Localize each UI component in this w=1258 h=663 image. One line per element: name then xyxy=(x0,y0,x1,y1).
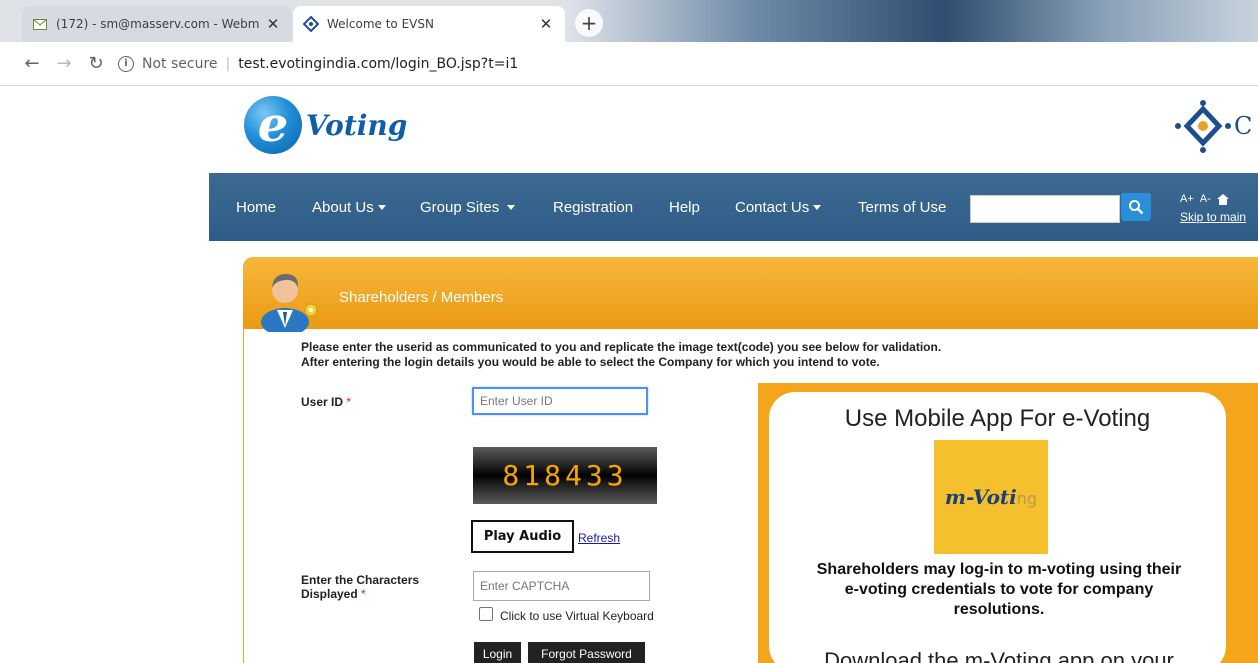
m-voting-logo-text: m-Voting xyxy=(945,485,1037,509)
m-voting-logo[interactable]: m-Voting xyxy=(934,440,1048,554)
captcha-label-line: Displayed xyxy=(301,587,358,601)
browser-toolbar: ← → ↻ i Not secure | test.evotingindia.c… xyxy=(0,42,1258,86)
new-tab-button[interactable]: + xyxy=(575,9,603,37)
logo-text: Voting xyxy=(306,108,408,142)
security-label: Not secure xyxy=(142,55,218,72)
cdsl-favicon-icon xyxy=(303,16,319,32)
required-mark: * xyxy=(361,587,366,601)
nav-label: Group Sites xyxy=(420,198,500,216)
tab-evsn[interactable]: Welcome to EVSN ✕ xyxy=(293,6,565,42)
promo-download-text: Download the m-Voting app on your xyxy=(824,648,1174,663)
forward-arrow-icon[interactable]: → xyxy=(50,50,78,78)
userid-label-text: User ID xyxy=(301,395,344,409)
reload-icon[interactable]: ↻ xyxy=(82,50,110,78)
e-logo-icon: e xyxy=(244,96,302,154)
cdsl-logo: C xyxy=(1170,95,1252,157)
close-tab-icon[interactable]: ✕ xyxy=(537,15,555,33)
nav-about-us[interactable]: About Us xyxy=(312,199,386,216)
tab-title: Welcome to EVSN xyxy=(327,17,434,31)
address-bar[interactable]: i Not secure | test.evotingindia.com/log… xyxy=(118,49,1238,79)
userid-label: User ID * xyxy=(301,395,351,409)
caret-down-icon xyxy=(507,204,516,210)
forgot-password-button[interactable]: Forgot Password xyxy=(528,642,645,663)
nav-registration[interactable]: Registration xyxy=(553,199,633,216)
skip-to-main-link[interactable]: Skip to main xyxy=(1180,210,1246,224)
close-tab-icon[interactable]: ✕ xyxy=(264,15,282,33)
captcha-input[interactable]: Enter CAPTCHA xyxy=(473,571,650,601)
nav-home[interactable]: Home xyxy=(236,199,276,216)
nav-help[interactable]: Help xyxy=(669,199,700,216)
login-button[interactable]: Login xyxy=(474,642,521,663)
required-mark: * xyxy=(346,395,352,409)
main-nav: Home About Us Group Sites Registration H… xyxy=(209,173,1258,241)
userid-placeholder: Enter User ID xyxy=(480,394,553,408)
captcha-placeholder: Enter CAPTCHA xyxy=(480,579,570,593)
play-audio-button[interactable]: Play Audio xyxy=(471,520,574,553)
font-decrease-button[interactable]: A- xyxy=(1200,193,1211,205)
cdsl-mark-icon xyxy=(1170,95,1232,157)
promo-desc-line: Shareholders may log-in to m-voting usin… xyxy=(816,561,1182,578)
nav-label: About Us xyxy=(312,198,374,216)
address-separator: | xyxy=(225,55,231,72)
panel-title: Shareholders / Members xyxy=(339,289,504,306)
tab-title: (172) - sm@masserv.com - Webm xyxy=(56,17,260,31)
promo-title: Use Mobile App For e-Voting xyxy=(844,405,1151,432)
instruction-line: After entering the login details you wou… xyxy=(301,355,880,369)
promo-description: Shareholders may log-in to m-voting usin… xyxy=(779,560,1219,620)
search-button[interactable] xyxy=(1121,193,1151,221)
evoting-logo[interactable]: e Voting xyxy=(244,95,407,155)
nav-group-sites[interactable]: Group Sites xyxy=(420,198,516,216)
cdsl-logo-text: C xyxy=(1234,112,1253,140)
virtual-keyboard-label[interactable]: Click to use Virtual Keyboard xyxy=(500,609,654,623)
mail-icon xyxy=(32,16,48,32)
promo-desc-line: resolutions. xyxy=(953,601,1045,618)
back-arrow-icon[interactable]: ← xyxy=(18,50,46,78)
nav-contact-us[interactable]: Contact Us xyxy=(735,198,822,216)
nav-terms-of-use[interactable]: Terms of Use xyxy=(858,199,946,216)
site-search-input[interactable] xyxy=(970,195,1120,223)
url-text: test.evotingindia.com/login_BO.jsp?t=i1 xyxy=(238,55,519,72)
caret-down-icon xyxy=(813,204,822,210)
user-key-icon xyxy=(259,266,321,336)
tab-webmail[interactable]: (172) - sm@masserv.com - Webm ✕ xyxy=(22,6,292,42)
virtual-keyboard-checkbox[interactable] xyxy=(479,607,493,621)
home-icon[interactable] xyxy=(1216,193,1229,205)
refresh-captcha-link[interactable]: Refresh xyxy=(578,531,620,545)
captcha-label-line: Enter the Characters xyxy=(301,573,420,587)
search-icon xyxy=(1129,200,1144,215)
captcha-image: 818433 xyxy=(473,447,657,504)
font-size-controls: A+ A- xyxy=(1180,193,1229,205)
m-voting-logo-main: m-Voti xyxy=(944,485,1017,509)
caret-down-icon xyxy=(377,204,386,210)
font-increase-button[interactable]: A+ xyxy=(1180,193,1194,205)
info-icon[interactable]: i xyxy=(118,55,134,72)
captcha-label: Enter the Characters Displayed * xyxy=(301,573,419,601)
userid-input[interactable]: Enter User ID xyxy=(472,387,648,415)
m-voting-logo-tail: ng xyxy=(1016,489,1038,508)
browser-tab-strip: (172) - sm@masserv.com - Webm ✕ Welcome … xyxy=(0,0,1258,42)
instructions: Please enter the userid as communicated … xyxy=(301,340,941,370)
promo-desc-line: e-voting credentials to vote for company xyxy=(844,581,1154,598)
nav-label: Contact Us xyxy=(735,198,810,216)
instruction-line: Please enter the userid as communicated … xyxy=(301,340,942,354)
